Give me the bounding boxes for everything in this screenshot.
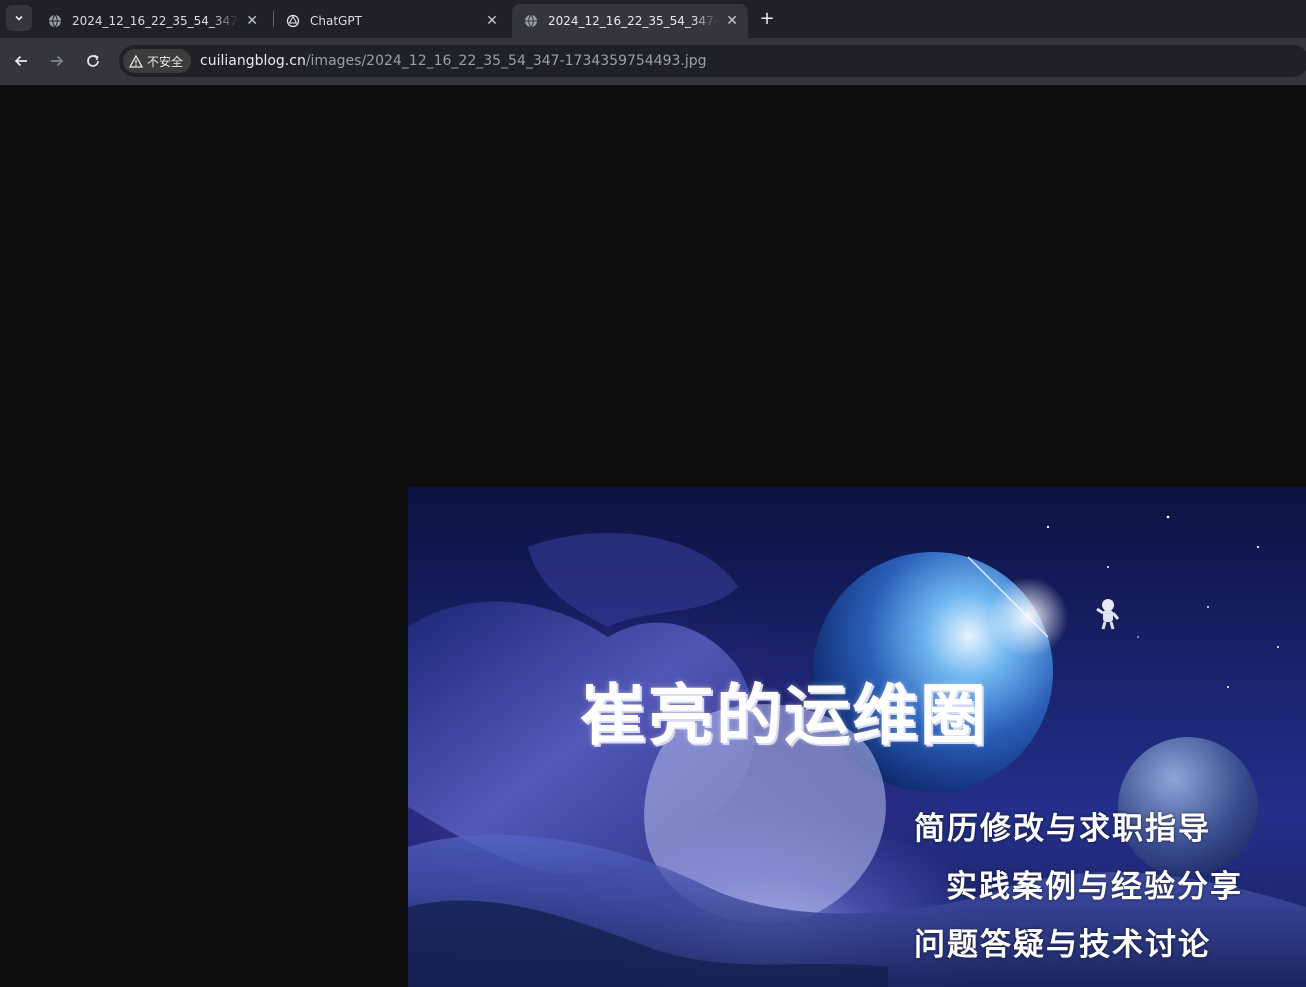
tab-image-1[interactable]: 2024_12_16_22_35_54_347-1734359754493.jp… (36, 4, 268, 38)
banner-line-2: 实践案例与经验分享 (946, 869, 1243, 905)
banner-headline: 崔亮的运维圈 (580, 676, 988, 754)
url-host: cuiliangblog.cn (200, 53, 306, 69)
security-label: 不安全 (147, 54, 184, 69)
tab-title: ChatGPT (310, 14, 362, 28)
tab-title: 2024_12_16_22_35_54_347-1734359754493.jp… (548, 14, 719, 28)
openai-icon (286, 14, 300, 28)
new-tab-button[interactable]: + (756, 6, 778, 30)
close-tab-icon[interactable]: ✕ (246, 13, 258, 29)
displayed-image[interactable]: 崔亮的运维圈 简历修改与求职指导 实践案例与经验分享 问题答疑与技术讨论 (408, 487, 1306, 987)
security-indicator[interactable]: 不安全 (123, 49, 192, 73)
tab-chatgpt[interactable]: ChatGPT ✕ (274, 4, 510, 38)
reload-icon (87, 54, 99, 67)
back-button[interactable] (8, 48, 34, 74)
globe-icon (48, 14, 62, 28)
banner-line-3: 问题答疑与技术讨论 (914, 927, 1211, 963)
banner-line-1: 简历修改与求职指导 (914, 811, 1211, 847)
page-viewport: 崔亮的运维圈 简历修改与求职指导 实践案例与经验分享 问题答疑与技术讨论 (0, 85, 1306, 987)
url-text[interactable]: cuiliangblog.cn/images/2024_12_16_22_35_… (200, 45, 707, 77)
address-bar[interactable]: 不安全 cuiliangblog.cn/images/2024_12_16_22… (119, 45, 1306, 77)
tab-title: 2024_12_16_22_35_54_347-1734359754493.jp… (72, 14, 238, 28)
tab-image-2-active[interactable]: 2024_12_16_22_35_54_347-1734359754493.jp… (512, 4, 748, 38)
forward-button[interactable] (44, 48, 70, 74)
url-path: /images/2024_12_16_22_35_54_347-17343597… (305, 53, 707, 69)
globe-icon (524, 14, 538, 28)
tab-search-button[interactable] (6, 5, 32, 31)
arrow-left-icon (14, 55, 27, 67)
close-tab-icon[interactable]: ✕ (726, 13, 738, 29)
warning-icon (129, 54, 143, 68)
arrow-right-icon (51, 55, 64, 67)
reload-button[interactable] (80, 48, 106, 74)
toolbar: 不安全 cuiliangblog.cn/images/2024_12_16_22… (0, 38, 1306, 85)
tab-strip: 2024_12_16_22_35_54_347-1734359754493.jp… (0, 0, 1306, 38)
chevron-down-icon (15, 15, 23, 21)
close-tab-icon[interactable]: ✕ (484, 13, 500, 29)
